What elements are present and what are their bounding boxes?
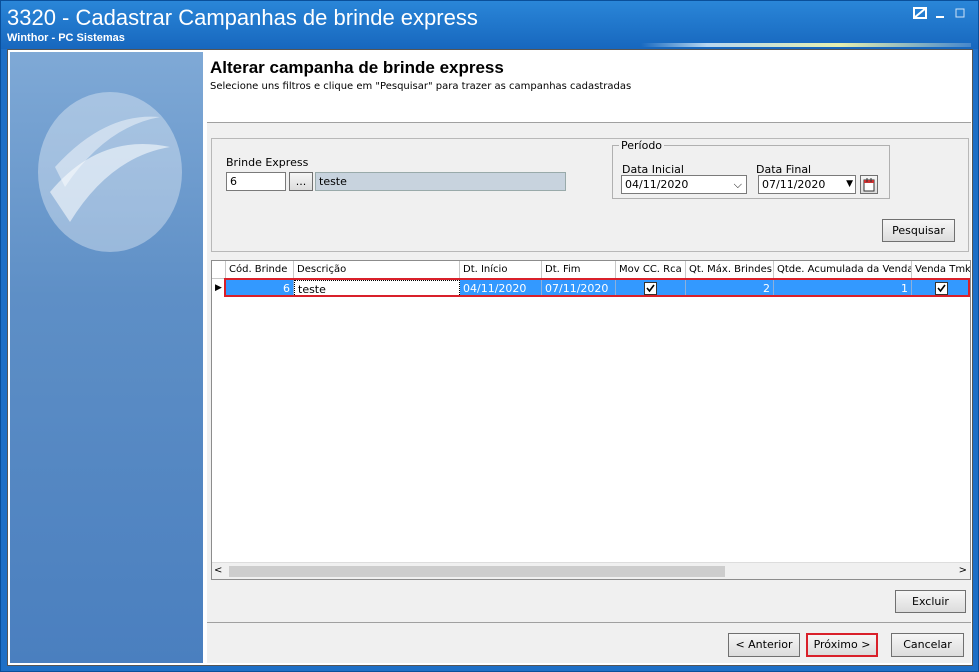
cell-mov-cc-rca[interactable] [616,280,686,297]
proximo-button[interactable]: Próximo > [806,633,878,657]
main-panel: Alterar campanha de brinde express Selec… [207,52,971,663]
cancelar-button[interactable]: Cancelar [891,633,964,657]
data-final-input[interactable]: 07/11/2020 ▼ [758,175,856,194]
data-final-value: 07/11/2020 [762,178,826,191]
dropdown-arrow-icon[interactable]: ▼ [846,176,853,193]
window-title: 3320 - Cadastrar Campanhas de brinde exp… [7,5,478,30]
calendar-icon [863,178,875,192]
brinde-code-input[interactable]: 6 [226,172,286,191]
pesquisar-button[interactable]: Pesquisar [882,219,955,242]
scroll-right-icon[interactable]: > [959,565,967,576]
footer-divider [207,622,971,623]
col-dt-inicio[interactable]: Dt. Início [460,261,542,279]
brinde-express-label: Brinde Express [226,156,309,169]
col-mov-cc-rca[interactable]: Mov CC. Rca [616,261,686,279]
page-title: Alterar campanha de brinde express [210,58,504,77]
col-dt-fim[interactable]: Dt. Fim [542,261,616,279]
scroll-thumb[interactable] [229,566,725,577]
data-inicial-value: 04/11/2020 [625,178,689,191]
minimize-icon[interactable] [931,7,949,23]
col-qtde-acumulada[interactable]: Qtde. Acumulada da Venda [774,261,912,279]
anterior-button[interactable]: < Anterior [728,633,800,657]
browse-button[interactable]: ... [289,172,313,191]
cell-cod-brinde: 6 [226,280,294,297]
campaign-grid[interactable]: Cód. Brinde Descrição Dt. Início Dt. Fim… [211,260,971,580]
periodo-group: Período Data Inicial 04/11/2020 ⌵ Data F… [612,139,890,199]
client-area: Alterar campanha de brinde express Selec… [7,49,973,666]
restore-icon[interactable] [911,7,929,23]
cell-qtde-acumulada: 1 [774,280,912,297]
data-inicial-select[interactable]: 04/11/2020 ⌵ [621,175,747,194]
chevron-down-icon: ⌵ [733,178,742,191]
col-descricao[interactable]: Descrição [294,261,460,279]
side-banner [10,52,203,663]
col-venda-tmk[interactable]: Venda Tmk. V [912,261,970,279]
table-row[interactable]: 6 teste 04/11/2020 07/11/2020 2 1 [226,280,970,297]
cell-qt-max-brindes: 2 [686,280,774,297]
window-subtitle: Winthor - PC Sistemas [7,32,125,44]
excluir-button[interactable]: Excluir [895,590,966,613]
periodo-label: Período [619,139,665,152]
col-qt-max-brindes[interactable]: Qt. Máx. Brindes [686,261,774,279]
maximize-icon[interactable] [951,7,969,23]
current-row-icon: ▶ [215,283,222,293]
page-instruction: Selecione uns filtros e clique em "Pesqu… [210,81,632,92]
cell-venda-tmk[interactable] [912,280,970,297]
title-decoration [641,43,971,47]
filter-panel: Brinde Express 6 ... teste Período Data … [211,138,969,252]
checkbox-checked-icon[interactable] [935,282,948,295]
checkbox-checked-icon[interactable] [644,282,657,295]
wizard-header: Alterar campanha de brinde express Selec… [207,52,971,123]
cell-dt-inicio: 04/11/2020 [460,280,542,297]
scroll-left-icon[interactable]: < [214,565,222,576]
app-window: 3320 - Cadastrar Campanhas de brinde exp… [0,0,979,672]
cell-dt-fim: 07/11/2020 [542,280,616,297]
calendar-button[interactable] [860,175,878,194]
row-indicator-header [212,261,226,279]
pc-logo-icon [38,92,182,252]
col-cod-brinde[interactable]: Cód. Brinde [226,261,294,279]
title-bar: 3320 - Cadastrar Campanhas de brinde exp… [1,1,978,49]
brinde-description-field: teste [315,172,566,191]
horizontal-scrollbar[interactable]: < > [212,562,970,579]
cell-descricao[interactable]: teste [294,280,460,297]
